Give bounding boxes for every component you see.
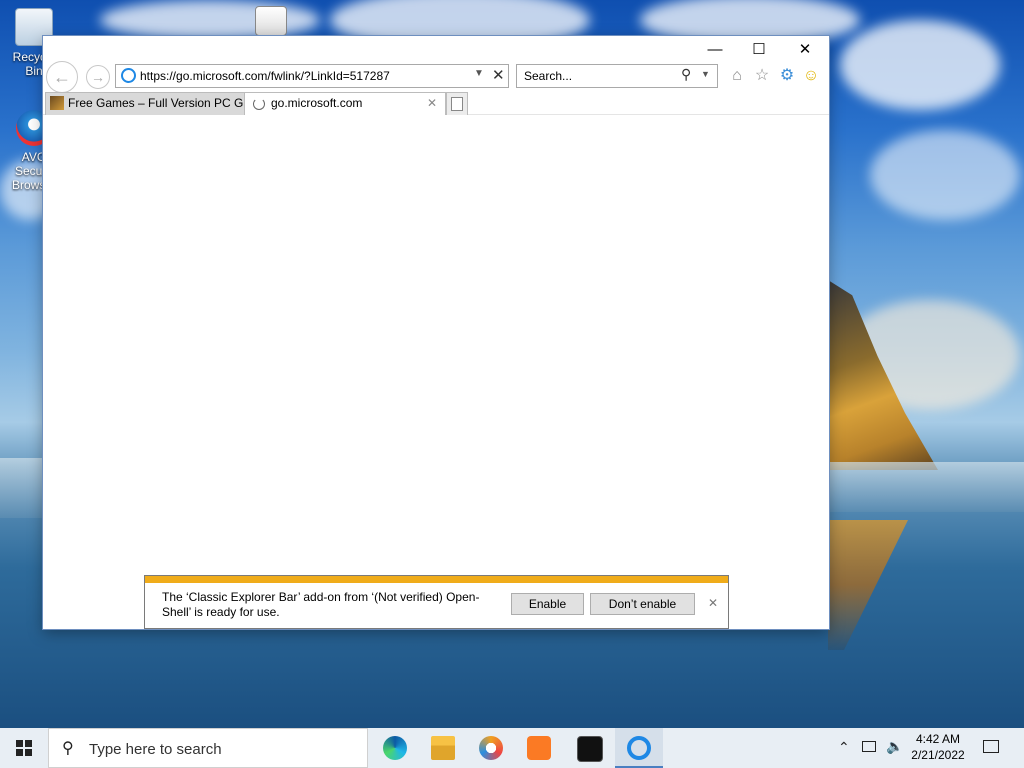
taskbar-search-placeholder: Type here to search	[89, 741, 222, 758]
notification-stripe	[145, 576, 728, 583]
close-button[interactable]: ✕	[783, 38, 827, 62]
dropdown-icon[interactable]: ▼	[474, 68, 484, 79]
terminal-icon	[577, 736, 603, 762]
surf-line	[0, 458, 43, 518]
search-bar[interactable]: Search... ⚲ ▼	[516, 64, 718, 88]
minimize-button[interactable]: —	[693, 38, 737, 62]
clock-time: 4:42 AM	[915, 732, 961, 746]
gear-icon[interactable]: ⚙	[777, 66, 797, 86]
search-icon: ⚲	[62, 740, 74, 757]
cloud	[870, 130, 1020, 220]
taskbar-app-xampp[interactable]	[515, 728, 563, 768]
taskbar-clock[interactable]: 4:42 AM 2/21/2022	[908, 731, 968, 763]
tab-go-microsoft[interactable]: go.microsoft.com ✕	[244, 92, 446, 115]
volume-icon[interactable]: 🔈	[886, 738, 903, 755]
notification-message: The ‘Classic Explorer Bar’ add-on from ‘…	[162, 590, 480, 619]
address-url: https://go.microsoft.com/fwlink/?LinkId=…	[140, 69, 390, 83]
favorites-star-icon[interactable]: ☆	[752, 66, 772, 86]
tab-loading-icon	[253, 98, 265, 110]
tab-free-games[interactable]: Free Games – Full Version PC G...	[45, 92, 245, 115]
xampp-icon	[527, 736, 551, 760]
chevron-up-icon[interactable]: ⌃	[838, 739, 850, 756]
tab-close-icon[interactable]: ✕	[427, 93, 437, 113]
internet-explorer-window: — ☐ ✕ ← → https://go.microsoft.com/fwlin…	[43, 36, 829, 629]
rock-reflection	[828, 520, 908, 650]
home-icon[interactable]: ⌂	[727, 66, 747, 86]
ie-page-icon	[121, 68, 136, 83]
network-icon[interactable]	[862, 741, 876, 752]
clock-date: 2/21/2022	[911, 748, 965, 762]
notification-center-icon[interactable]	[983, 740, 999, 753]
taskbar-app-internet-explorer[interactable]	[615, 728, 663, 768]
internet-explorer-icon	[627, 736, 651, 760]
back-icon: ←	[53, 67, 71, 87]
taskbar-app-edge[interactable]	[371, 728, 419, 768]
maximize-button[interactable]: ☐	[737, 38, 781, 62]
cloud	[840, 20, 1000, 110]
clear-icon[interactable]: ✕	[492, 66, 505, 84]
smiley-icon[interactable]: ☺	[801, 66, 821, 86]
desktop-icon-notepad[interactable]	[248, 6, 294, 40]
taskbar-app-browser[interactable]	[467, 728, 515, 768]
new-tab-button[interactable]	[446, 92, 468, 115]
back-button[interactable]: ←	[46, 61, 78, 93]
surf-line	[828, 462, 1024, 512]
address-bar[interactable]: https://go.microsoft.com/fwlink/?LinkId=…	[115, 64, 509, 88]
dont-enable-button[interactable]: Don’t enable	[590, 593, 695, 615]
notepad-frog-icon	[255, 6, 287, 36]
search-icon[interactable]: ⚲	[681, 66, 691, 83]
enable-button[interactable]: Enable	[511, 593, 584, 615]
forward-icon: →	[91, 69, 105, 85]
edge-icon	[383, 736, 407, 760]
tab-label: Free Games – Full Version PC G...	[68, 96, 245, 110]
search-placeholder: Search...	[524, 69, 573, 83]
taskbar-app-terminal[interactable]	[565, 728, 613, 768]
file-explorer-icon	[431, 736, 455, 760]
windows-start-icon	[16, 740, 32, 756]
dropdown-icon[interactable]: ▼	[701, 69, 710, 79]
taskbar-search-box[interactable]: ⚲ Type here to search	[48, 728, 368, 768]
tab-bar: Free Games – Full Version PC G... go.mic…	[43, 90, 829, 115]
chrome-like-icon	[479, 736, 503, 760]
taskbar: ⚲ Type here to search ⌃ 🔈 4:42 AM 2/21/2…	[0, 728, 1024, 768]
navigation-bar: ← → https://go.microsoft.com/fwlink/?Lin…	[43, 60, 829, 93]
new-tab-icon	[451, 97, 463, 111]
notification-close-icon[interactable]: ✕	[708, 596, 718, 610]
tab-game-icon	[50, 96, 64, 110]
tab-label: go.microsoft.com	[271, 96, 363, 110]
forward-button[interactable]: →	[86, 65, 110, 89]
taskbar-app-file-explorer[interactable]	[419, 728, 467, 768]
notification-bar: The ‘Classic Explorer Bar’ add-on from ‘…	[144, 575, 729, 629]
start-button[interactable]	[0, 728, 48, 768]
